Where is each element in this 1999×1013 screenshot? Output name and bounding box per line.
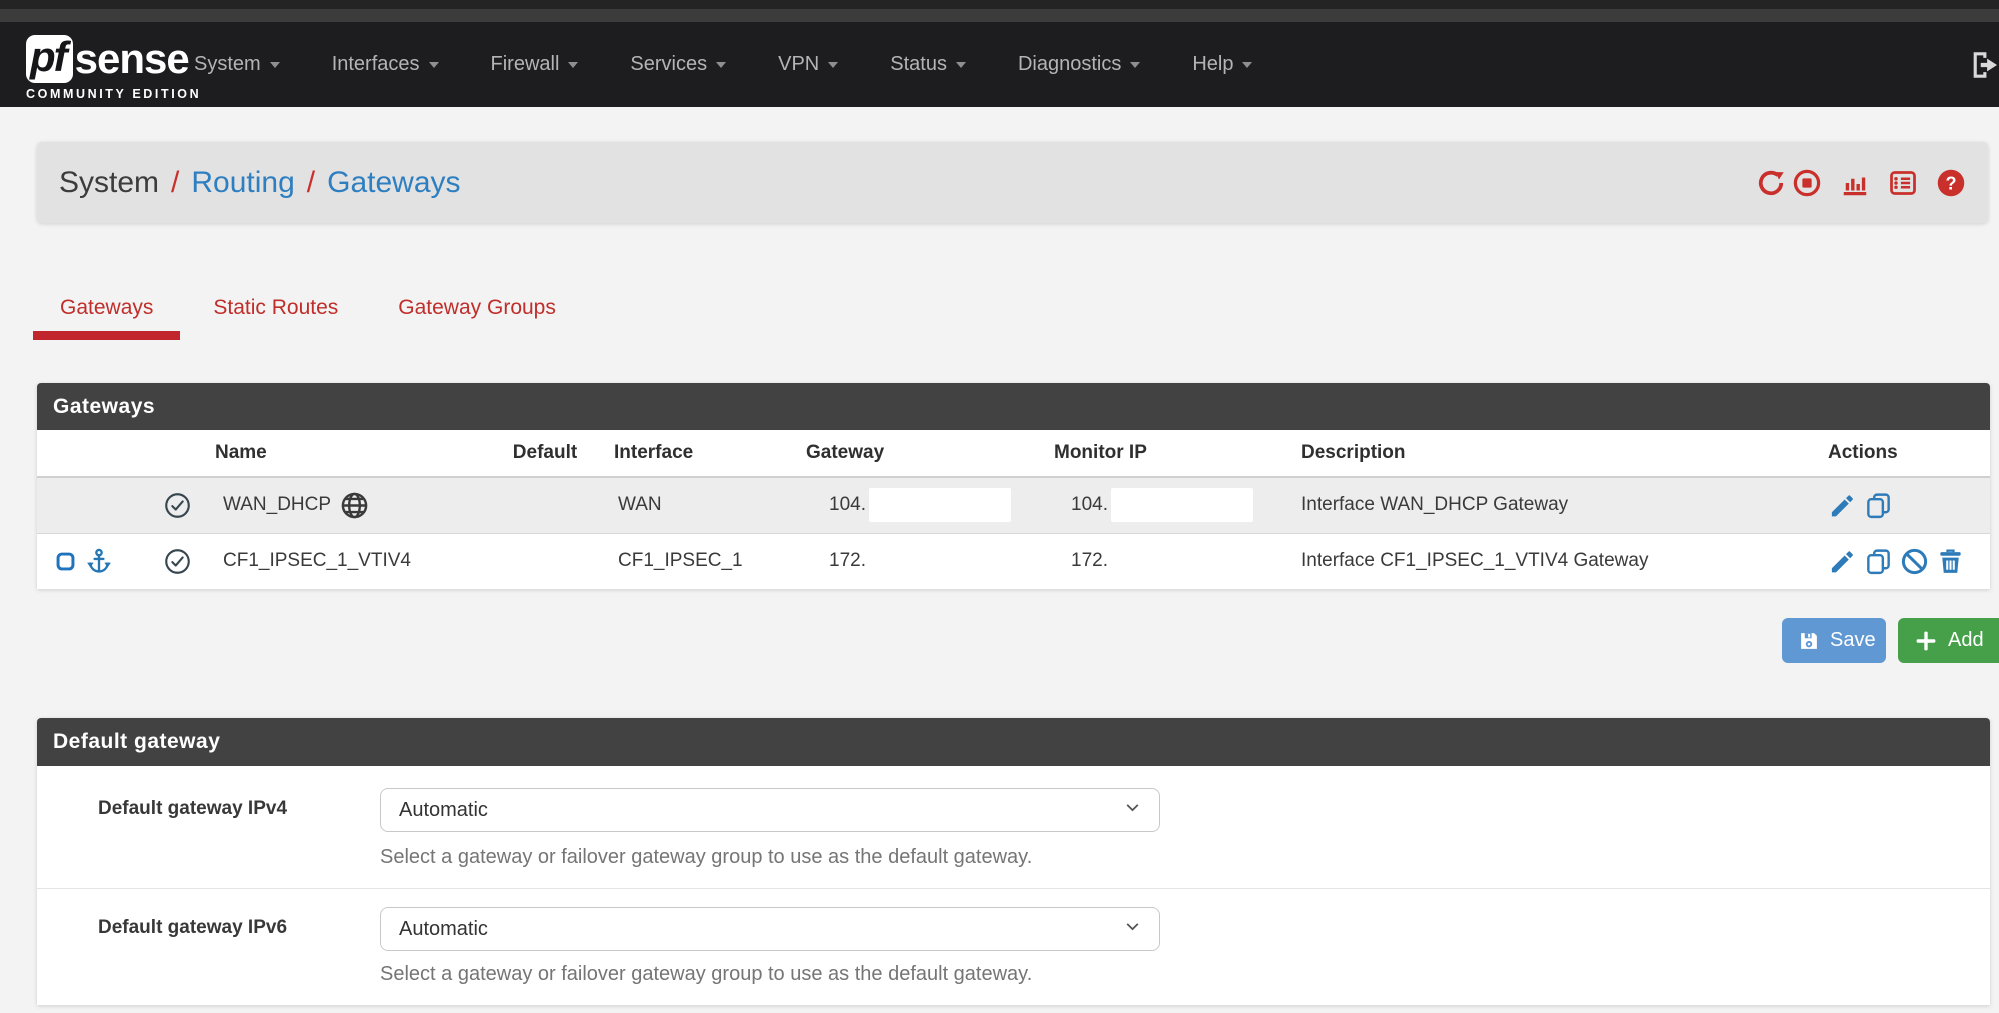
menu-interfaces[interactable]: Interfaces <box>306 53 465 76</box>
gateway-address: 172. <box>829 550 866 571</box>
add-button[interactable]: Add <box>1898 618 1999 663</box>
col-header-interface: Interface <box>600 430 795 477</box>
gateway-address: 104. <box>829 494 866 515</box>
save-icon <box>1798 630 1820 652</box>
menu-system[interactable]: System <box>168 53 306 76</box>
window-chrome-strip <box>0 0 1999 9</box>
gateway-description: Interface CF1_IPSEC_1_VTIV4 Gateway <box>1285 533 1810 589</box>
default-square-icon <box>55 550 76 572</box>
menu-help[interactable]: Help <box>1166 53 1278 76</box>
tab-gateways[interactable]: Gateways <box>33 283 180 340</box>
form-group-ipv6: Default gateway IPv6 Automatic Select a … <box>37 888 1990 1005</box>
table-row: CF1_IPSEC_1_VTIV4 CF1_IPSEC_1 172. 172. … <box>37 533 1990 589</box>
default-gateway-ipv4-select[interactable]: Automatic <box>380 788 1160 832</box>
chevron-down-icon <box>1124 799 1141 822</box>
breadcrumb-separator: / <box>307 166 315 200</box>
redacted-value <box>1111 544 1253 578</box>
status-check-circle-icon <box>164 550 191 571</box>
tab-static-routes[interactable]: Static Routes <box>186 283 365 340</box>
monitor-ip: 104. <box>1071 494 1108 515</box>
menu-vpn[interactable]: VPN <box>752 53 864 76</box>
gateways-panel-title: Gateways <box>37 383 1990 430</box>
default-gateway-ipv6-label: Default gateway IPv6 <box>98 917 287 939</box>
stop-circle-icon[interactable] <box>1792 168 1822 198</box>
tab-gateway-groups[interactable]: Gateway Groups <box>371 283 583 340</box>
default-gateway-ipv4-label: Default gateway IPv4 <box>98 798 287 820</box>
caret-down-icon <box>568 62 578 68</box>
caret-down-icon <box>956 62 966 68</box>
caret-down-icon <box>828 62 838 68</box>
col-header-name: Name <box>205 430 490 477</box>
col-header-gateway: Gateway <box>795 430 1040 477</box>
default-gateway-ipv6-select[interactable]: Automatic <box>380 907 1160 951</box>
caret-down-icon <box>716 62 726 68</box>
menu-firewall[interactable]: Firewall <box>465 53 605 76</box>
caret-down-icon <box>1130 62 1140 68</box>
default-gateway-panel-title: Default gateway <box>37 718 1990 766</box>
breadcrumb-link-routing[interactable]: Routing <box>191 166 294 200</box>
chevron-down-icon <box>1124 918 1141 941</box>
window-chrome-tabstrip <box>0 9 1999 22</box>
caret-down-icon <box>429 62 439 68</box>
disable-icon[interactable] <box>1900 547 1929 576</box>
col-header-default: Default <box>490 430 600 477</box>
gateway-interface: WAN <box>600 477 795 533</box>
copy-icon[interactable] <box>1864 547 1893 576</box>
refresh-icon[interactable] <box>1756 168 1786 198</box>
breadcrumb-section: System <box>59 166 159 200</box>
help-text: Select a gateway or failover gateway gro… <box>380 846 1032 869</box>
redacted-value <box>1111 488 1253 522</box>
edit-icon[interactable] <box>1828 547 1857 576</box>
menu-diagnostics[interactable]: Diagnostics <box>992 53 1166 76</box>
save-button[interactable]: Save <box>1782 618 1886 663</box>
menu-status[interactable]: Status <box>864 53 992 76</box>
redacted-value <box>869 488 1011 522</box>
col-header-monitor-ip: Monitor IP <box>1040 430 1285 477</box>
copy-icon[interactable] <box>1864 491 1893 520</box>
col-header-description: Description <box>1285 430 1810 477</box>
caret-down-icon <box>1242 62 1252 68</box>
page-content: System / Routing / Gateways <box>0 107 1999 1013</box>
default-gateway-panel: Default gateway Default gateway IPv4 Aut… <box>37 718 1990 1005</box>
logo-pf-box: pf <box>26 35 73 83</box>
breadcrumb-link-gateways[interactable]: Gateways <box>327 166 460 200</box>
redacted-value <box>869 544 1011 578</box>
form-group-ipv4: Default gateway IPv4 Automatic Select a … <box>37 766 1990 888</box>
anchor-icon <box>85 547 113 575</box>
status-check-circle-icon <box>164 494 191 515</box>
caret-down-icon <box>270 62 280 68</box>
delete-icon[interactable] <box>1936 547 1965 576</box>
sign-out-icon[interactable] <box>1965 48 1999 82</box>
traffic-graph-icon[interactable] <box>1840 168 1870 198</box>
edit-icon[interactable] <box>1828 491 1857 520</box>
routing-tabs: Gateways Static Routes Gateway Groups <box>33 283 589 340</box>
breadcrumb-separator: / <box>171 166 179 200</box>
help-icon[interactable]: ? <box>1936 168 1966 198</box>
gateways-table: Name Default Interface Gateway Monitor I… <box>37 430 1990 589</box>
breadcrumb: System / Routing / Gateways <box>37 142 1988 223</box>
table-header-row: Name Default Interface Gateway Monitor I… <box>37 430 1990 477</box>
plus-icon <box>1914 629 1938 653</box>
main-menu: System Interfaces Firewall Services VPN … <box>168 22 1278 107</box>
globe-icon <box>340 491 369 520</box>
gateways-panel: Gateways Name Default Interface Gateway … <box>37 383 1990 589</box>
menu-services[interactable]: Services <box>604 53 752 76</box>
gateway-name: CF1_IPSEC_1_VTIV4 <box>223 550 411 572</box>
col-header-actions: Actions <box>1810 430 1990 477</box>
gateway-interface: CF1_IPSEC_1 <box>600 533 795 589</box>
svg-text:?: ? <box>1945 173 1956 193</box>
gateway-description: Interface WAN_DHCP Gateway <box>1285 477 1810 533</box>
table-row: WAN_DHCP <box>37 477 1990 533</box>
log-icon[interactable] <box>1888 168 1918 198</box>
gateway-name: WAN_DHCP <box>223 494 331 516</box>
top-navbar: pf sense COMMUNITY EDITION System Interf… <box>0 22 1999 107</box>
help-text: Select a gateway or failover gateway gro… <box>380 963 1032 986</box>
monitor-ip: 172. <box>1071 550 1108 571</box>
